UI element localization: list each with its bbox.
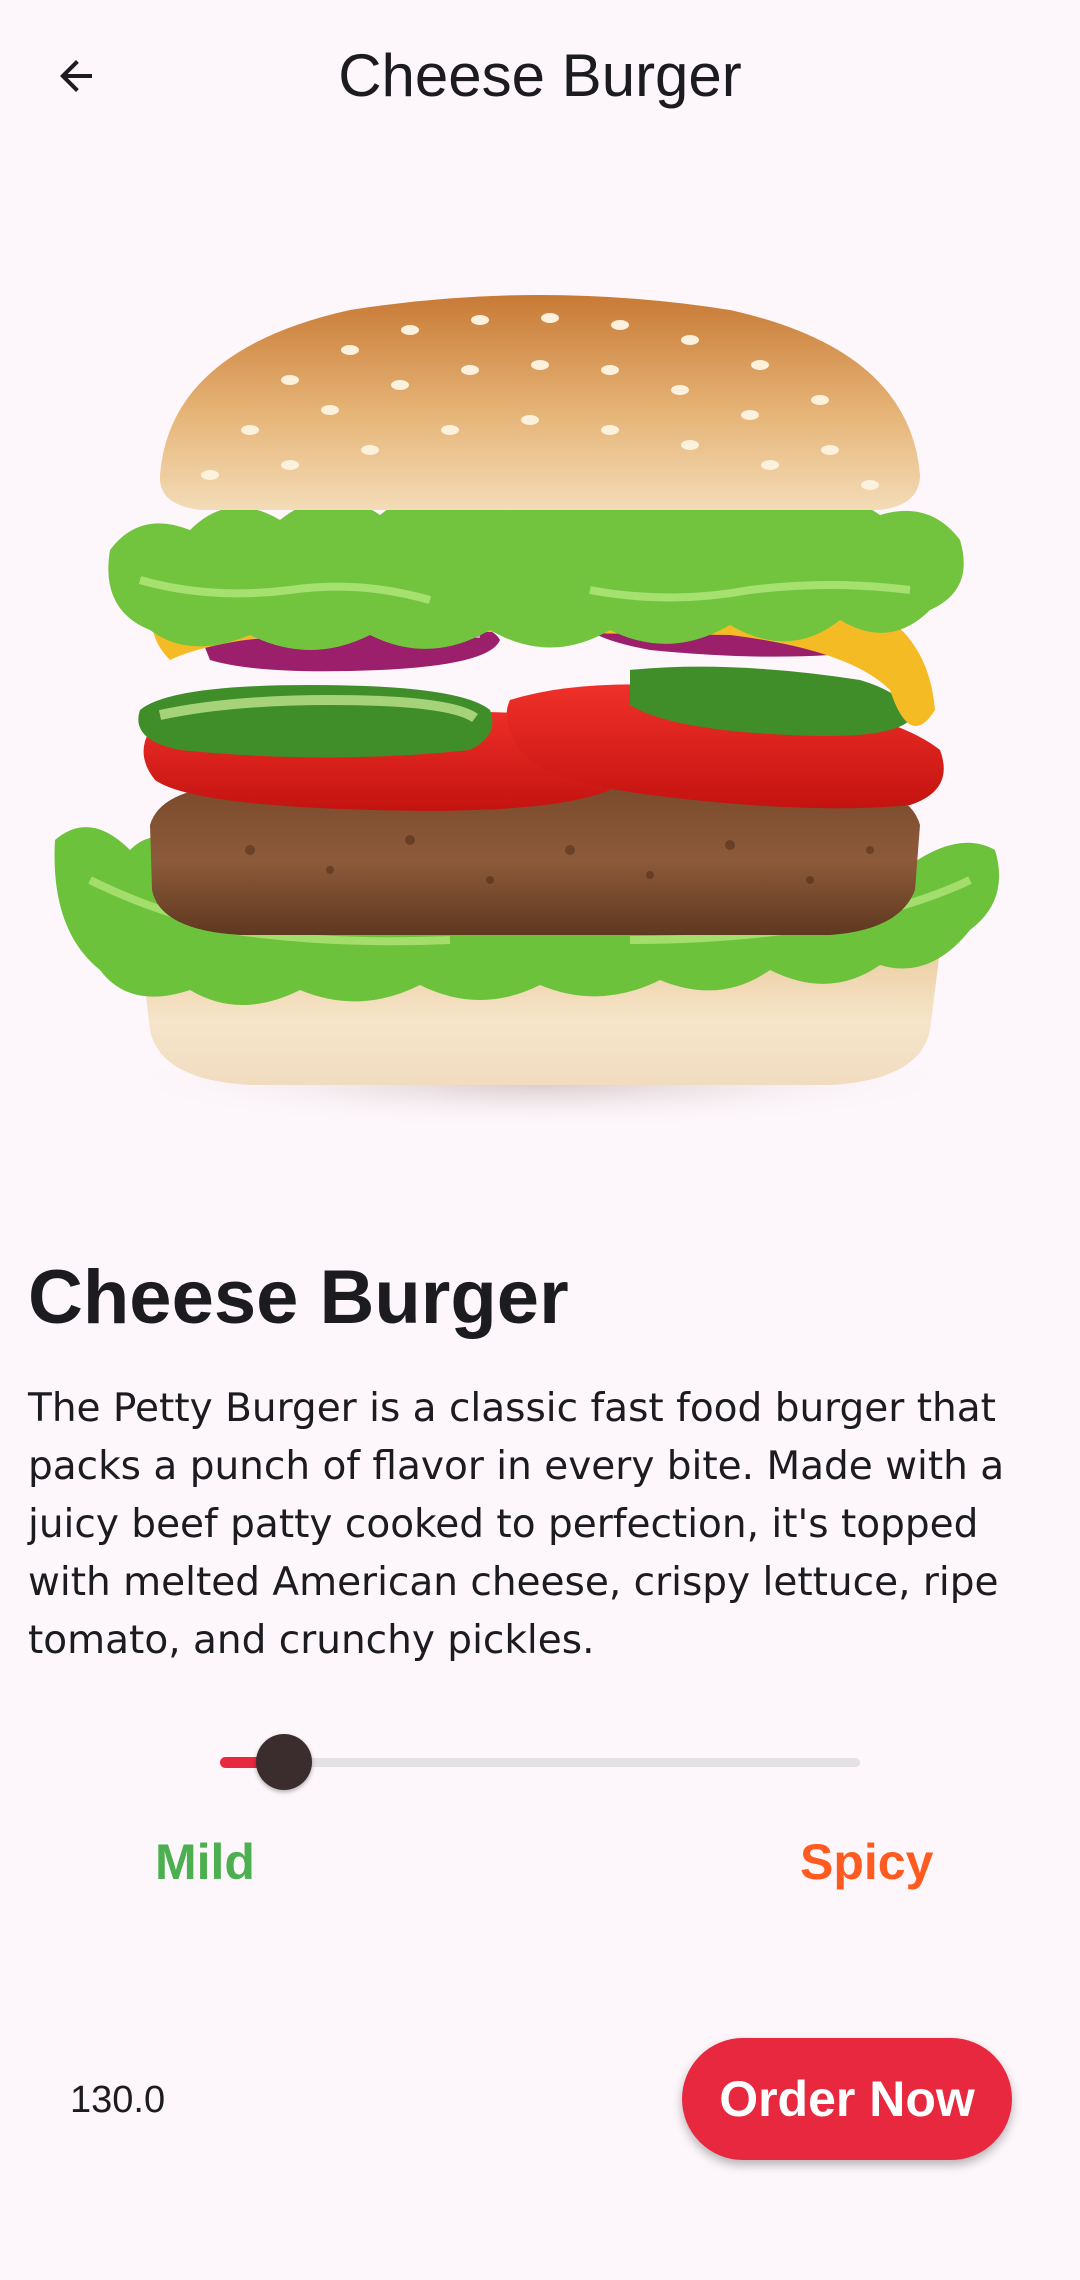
spice-slider[interactable] [220, 1730, 860, 1794]
page-title: Cheese Burger [338, 42, 742, 109]
spice-min-label: Mild [155, 1834, 255, 1890]
product-description: The Petty Burger is a classic fast food … [28, 1386, 1005, 1663]
product-name: Cheese Burger [28, 1255, 569, 1340]
spice-max-label: Spicy [800, 1834, 934, 1890]
order-now-button[interactable]: Order Now [682, 2038, 1012, 2160]
slider-track [220, 1758, 860, 1767]
app-bar: Cheese Burger [0, 0, 1080, 150]
slider-thumb[interactable] [256, 1734, 312, 1790]
burger-image [30, 290, 1050, 1190]
price-text: 130.0 [70, 2079, 166, 2121]
